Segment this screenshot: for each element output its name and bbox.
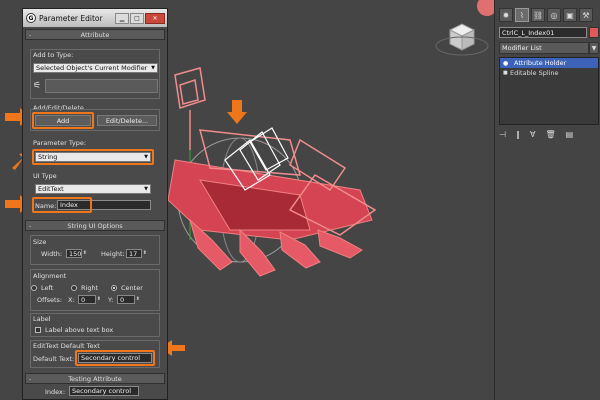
modifier-list-label: Modifier List [502,44,542,52]
offset-y-value: 0 [120,295,125,304]
modifier-list-arrow-icon[interactable]: ▼ [589,42,599,54]
create-icon[interactable]: ✹ [499,8,513,22]
app-logo-icon: G [26,13,36,23]
modifier-list-dropdown[interactable]: Modifier List [499,42,589,54]
add-to-type-label: Add to Type: [33,51,74,59]
spinner-arrows-icon[interactable]: ⬍ [83,250,87,256]
parameter-type-label: Parameter Type: [33,139,87,147]
testing-rollout-header[interactable]: - Testing Attribute [25,373,165,384]
add-to-type-dropdown[interactable]: Selected Object's Current Modifier ▼ [33,63,158,73]
modifier-stack: ● Attribute Holder ■ Editable Spline [499,57,599,125]
width-label: Width: [41,250,63,258]
configure-sets-icon[interactable]: ▤ [566,130,574,139]
spinner-arrows-icon[interactable]: ⬍ [97,296,101,302]
collapse-icon: - [29,374,32,383]
offset-x-value: 0 [81,295,86,304]
width-value: 150 [69,249,82,258]
make-unique-icon[interactable]: ∀ [530,130,535,139]
modify-icon[interactable]: ⌇ [515,8,529,22]
stack-toolbar: ⊣ ‖ ∀ 🗑 ▤ [499,130,573,139]
stack-item-label: Editable Spline [510,69,559,77]
index-label: Index: [45,388,66,396]
index-field[interactable]: Secondary control [69,386,139,396]
offset-x-spinner[interactable]: 0 ⬍ [78,295,101,304]
offset-y-spinner[interactable]: 0 ⬍ [117,295,140,304]
stack-item-attribute-holder[interactable]: ● Attribute Holder [500,58,598,68]
parameter-type-highlight [32,149,154,165]
parameter-editor-dialog: G Parameter Editor ▁ □ ✕ - Attribute Add… [22,8,168,400]
offsets-label: Offsets: [37,296,63,304]
spinner-arrows-icon[interactable]: ⬍ [143,250,147,256]
display-icon[interactable]: ▣ [563,8,577,22]
stack-item-editable-spline[interactable]: ■ Editable Spline [500,68,598,78]
utilities-icon[interactable]: ⚒ [579,8,593,22]
command-panel: ✹ ⌇ ⛓ ◎ ▣ ⚒ CtrlC_L_Index01 Modifier Lis… [494,0,600,400]
dialog-titlebar[interactable]: G Parameter Editor ▁ □ ✕ [23,9,167,27]
filter-icon[interactable]: ⚟ [33,81,41,91]
align-left-label: Left [41,284,54,292]
height-spinner[interactable]: 17 ⬍ [126,249,147,258]
align-right-label: Right [81,284,99,292]
maximize-button[interactable]: □ [130,12,144,24]
label-group-title: Label [33,315,51,323]
command-panel-tabs: ✹ ⌇ ⛓ ◎ ▣ ⚒ [499,8,593,22]
stack-item-label: Attribute Holder [514,59,567,67]
dropdown-arrow-icon: ▼ [144,186,148,192]
pin-stack-icon[interactable]: ⊣ [499,130,506,139]
collapse-icon: - [29,30,32,39]
minimize-button[interactable]: ▁ [115,12,129,24]
type-list-box[interactable] [45,79,158,93]
edit-delete-button[interactable]: Edit/Delete... [97,115,157,126]
hand-rig-object[interactable] [167,159,373,277]
attribute-rollout-title: Attribute [80,30,110,39]
dropdown-arrow-icon: ▼ [151,65,155,71]
label-above-checkbox[interactable] [35,327,41,333]
string-ui-rollout-title: String UI Options [67,221,123,230]
ui-type-dropdown[interactable]: EditText ▼ [35,184,151,194]
add-to-type-value: Selected Object's Current Modifier [36,64,148,72]
align-left-radio[interactable] [31,285,37,291]
ui-type-value: EditText [38,185,64,193]
align-right-radio[interactable] [71,285,77,291]
motion-icon[interactable]: ◎ [547,8,561,22]
light-marker [477,0,494,16]
height-value: 17 [129,249,138,258]
width-spinner[interactable]: 150 ⬍ [66,249,87,258]
name-field-highlight [32,197,92,213]
label-above-text: Label above text box [45,326,114,334]
offset-y-label: Y: [108,296,114,304]
show-end-result-icon[interactable]: ‖ [516,130,520,139]
default-text-label: Default Text: [33,355,75,363]
offset-x-label: X: [68,296,75,304]
align-center-label: Center [121,284,143,292]
lightbulb-icon[interactable]: ● [503,60,508,67]
remove-modifier-icon[interactable]: 🗑 [545,130,555,139]
viewcube-icon[interactable] [435,23,489,56]
size-label: Size [33,238,47,246]
edittext-default-title: EditText Default Text [33,342,100,350]
ui-type-label: UI Type [33,172,57,180]
align-center-radio[interactable] [111,285,117,291]
dialog-title: Parameter Editor [39,13,103,23]
collapse-icon: - [29,221,32,230]
hierarchy-icon[interactable]: ⛓ [531,8,545,22]
close-button[interactable]: ✕ [145,12,165,24]
object-name-field[interactable]: CtrlC_L_Index01 [499,27,587,38]
attribute-rollout-header[interactable]: - Attribute [25,29,165,40]
string-ui-rollout-header[interactable]: - String UI Options [25,220,165,231]
height-label: Height: [101,250,125,258]
expand-icon[interactable]: ■ [503,70,508,76]
default-text-highlight [75,350,155,366]
spinner-arrows-icon[interactable]: ⬍ [136,296,140,302]
alignment-label: Alignment [33,272,67,280]
object-color-swatch[interactable] [589,27,599,38]
add-button-highlight [32,112,94,129]
testing-rollout-title: Testing Attribute [68,374,122,383]
